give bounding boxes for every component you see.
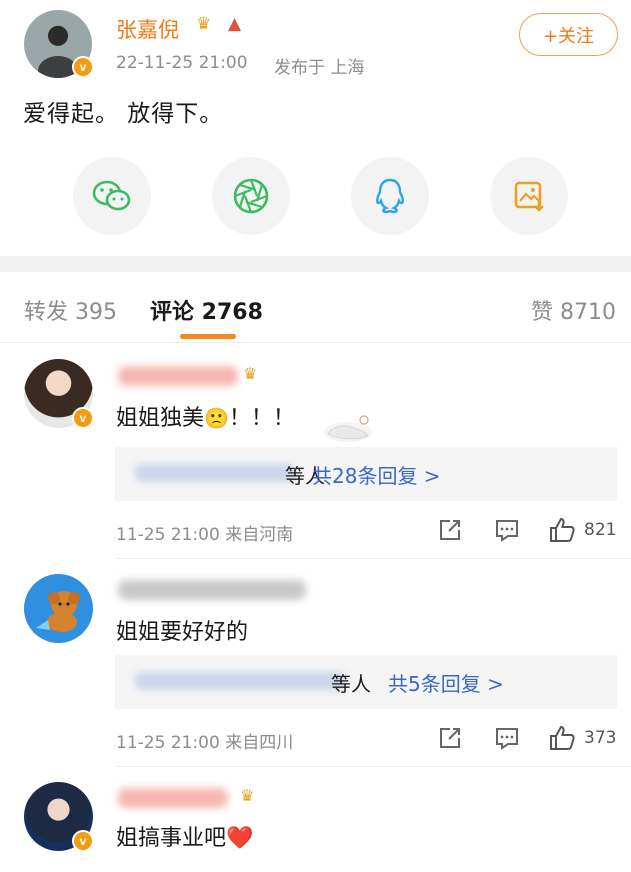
reply-summary[interactable]: 等人 共5条回复 > <box>115 655 617 709</box>
comment-meta: 11-25 21:00 来自四川 <box>116 733 294 753</box>
comment-divider <box>116 766 631 767</box>
comment-text: 姐姐要好好的 <box>116 620 249 645</box>
share-wechat-button[interactable] <box>73 157 151 235</box>
author-name[interactable]: 张嘉倪 <box>116 14 179 44</box>
comment-text: 姐姐独美🙁！！！ <box>116 406 295 431</box>
share-moments-button[interactable] <box>212 157 290 235</box>
commenter-avatar[interactable] <box>24 574 93 643</box>
crown-badge-icon: ♛ <box>243 364 258 383</box>
view-replies-link[interactable]: 共5条回复 > <box>388 668 504 697</box>
follow-button[interactable]: +关注 <box>519 13 618 56</box>
verified-badge: v <box>72 407 94 429</box>
verified-badge: v <box>72 56 94 78</box>
crown-badge-icon: ♛ <box>196 14 212 34</box>
like-icon[interactable] <box>548 516 576 544</box>
like-count: 821 <box>584 520 617 540</box>
like-count: 373 <box>584 728 617 748</box>
comment-icon[interactable] <box>494 517 520 543</box>
mountain-badge-icon: ▲ <box>228 14 242 34</box>
save-image-button[interactable] <box>490 157 568 235</box>
comment-divider <box>116 558 631 559</box>
verified-badge: v <box>72 830 94 852</box>
share-qq-button[interactable] <box>351 157 429 235</box>
active-tab-indicator <box>180 334 236 339</box>
save-image-icon <box>514 181 544 212</box>
section-divider <box>0 256 631 272</box>
sticker-image <box>324 415 372 442</box>
reply-summary[interactable]: 等人 共28条回复 > <box>115 447 617 501</box>
view-replies-link[interactable]: 共28条回复 > <box>312 460 441 489</box>
post-location: 发布于 上海 <box>274 58 365 78</box>
tab-repost[interactable]: 转发 395 <box>24 294 117 326</box>
wechat-icon <box>92 180 131 211</box>
repost-icon[interactable] <box>437 725 463 751</box>
comment-text: 姐搞事业吧❤️ <box>116 826 254 851</box>
moments-icon <box>233 178 269 214</box>
post-text: 爱得起。 放得下。 <box>23 101 224 127</box>
commenter-name-blurred[interactable] <box>118 788 228 808</box>
commenter-name-blurred[interactable] <box>118 366 238 386</box>
comment-meta: 11-25 21:00 来自河南 <box>116 525 294 545</box>
like-icon[interactable] <box>548 724 576 752</box>
post-time: 22-11-25 21:00 <box>116 53 248 73</box>
repost-icon[interactable] <box>437 517 463 543</box>
tab-likes[interactable]: 赞 8710 <box>531 294 616 326</box>
reply-people-label: 等人 <box>331 672 371 696</box>
tab-comments[interactable]: 评论 2768 <box>150 294 263 326</box>
qq-icon <box>375 178 405 214</box>
tabs-divider <box>0 342 631 343</box>
comment-icon[interactable] <box>494 725 520 751</box>
crown-badge-icon: ♛ <box>240 786 255 805</box>
dog-avatar-icon <box>36 591 80 632</box>
commenter-name-blurred[interactable] <box>118 580 306 600</box>
replier-names-blurred <box>135 672 345 690</box>
replier-names-blurred <box>135 464 295 482</box>
